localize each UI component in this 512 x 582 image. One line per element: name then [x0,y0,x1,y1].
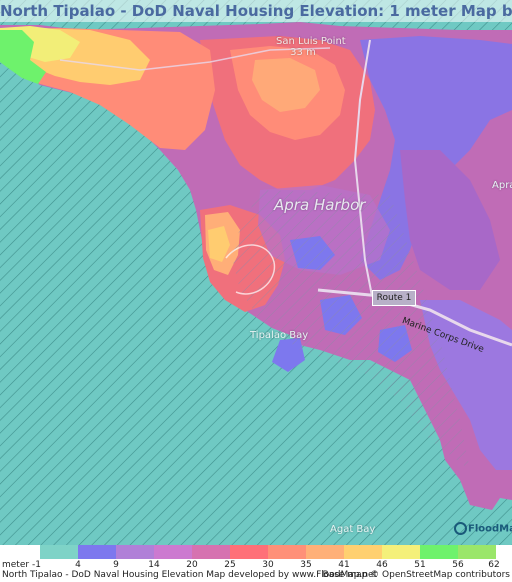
legend-swatch-6 [230,545,268,559]
legend-swatches [40,545,496,559]
footer-credit[interactable]: North Tipalao - DoD Naval Housing Elevat… [2,570,377,580]
legend-swatch-9 [344,545,382,559]
logo-text: FloodMap [468,523,512,535]
legend-tick: 30 [262,560,274,570]
magnifier-icon [454,522,467,535]
legend-swatch-4 [154,545,192,559]
point-elevation: 33 m [290,47,316,58]
legend-swatch-8 [306,545,344,559]
legend-tick: 35 [300,560,312,570]
legend-swatch-10 [382,545,420,559]
map-title: North Tipalao - DoD Naval Housing Elevat… [0,2,512,20]
legend-tick: 9 [113,560,119,570]
legend-tick: 4 [75,560,81,570]
elevation-legend: meter -1 4 9 14 20 25 30 35 41 46 51 56 … [0,545,512,582]
legend-swatch-7 [268,545,306,559]
point-name: San Luis Point [276,36,346,47]
legend-swatch-11 [420,545,458,559]
legend-swatch-12 [458,545,496,559]
legend-tick: 25 [224,560,236,570]
legend-tick: 14 [148,560,160,570]
harbor-label: Apra Harbor [274,196,366,214]
route-1-shield: Route 1 [372,290,416,306]
legend-tick: 20 [186,560,198,570]
legend-tick: 56 [452,560,464,570]
legend-swatch-2 [78,545,116,559]
footer-basemap-credit[interactable]: Base map © OpenStreetMap contributors [323,570,510,580]
apra-label-partial: Apra Heights [492,180,512,191]
legend-tick: 46 [376,560,388,570]
elevation-map[interactable]: North Tipalao - DoD Naval Housing Elevat… [0,0,512,545]
legend-swatch-1 [40,545,78,559]
agat-bay-label: Agat Bay [330,524,376,535]
legend-tick: 51 [414,560,426,570]
tipalao-bay-label: Tipalao Bay [250,330,309,341]
legend-swatch-5 [192,545,230,559]
legend-tick: 62 [488,560,500,570]
map-canvas [0,0,512,545]
point-label: San Luis Point 33 m [276,36,346,58]
floodmap-logo[interactable]: FloodMap [454,522,512,535]
legend-swatch-3 [116,545,154,559]
legend-tick: 41 [338,560,350,570]
